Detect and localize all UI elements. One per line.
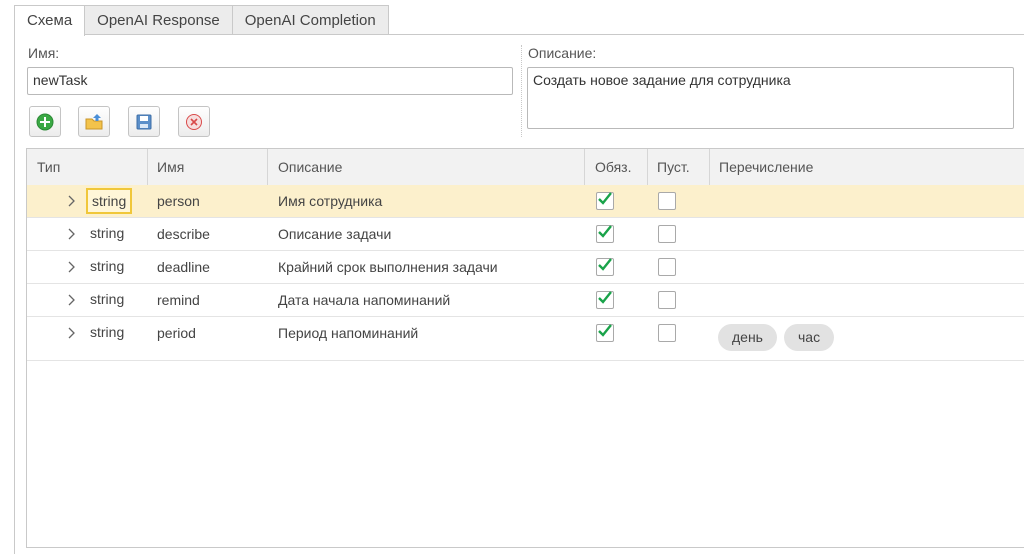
header-enum[interactable]: Перечисление [709,149,1009,185]
checkmark-icon [598,324,612,337]
type-cell[interactable]: string [86,254,128,280]
type-cell[interactable]: string [86,287,128,313]
header-type[interactable]: Тип [27,149,147,185]
empty-checkbox[interactable] [658,258,676,276]
name-cell[interactable]: deadline [157,251,210,283]
name-cell[interactable]: period [157,317,196,349]
delete-button[interactable] [178,106,210,137]
table-row[interactable]: string deadline Крайний срок выполнения … [27,251,1024,284]
checkmark-icon [598,258,612,271]
tab-schema[interactable]: Схема [14,5,86,36]
empty-checkbox[interactable] [658,291,676,309]
description-cell[interactable]: Имя сотрудника [278,185,382,217]
required-checkbox[interactable] [596,291,614,309]
table-row[interactable]: string person Имя сотрудника [27,185,1024,218]
required-checkbox[interactable] [596,324,614,342]
enum-chip[interactable]: день [718,324,777,351]
folder-upload-icon [85,113,103,129]
add-icon [36,113,54,130]
description-cell[interactable]: Дата начала напоминаний [278,284,450,316]
table-row[interactable]: string period Период напоминаний день ча… [27,317,1024,361]
header-required[interactable]: Обяз. [585,149,647,185]
save-icon [136,114,152,129]
checkmark-icon [598,192,612,205]
type-cell[interactable]: string [86,221,128,247]
header-empty[interactable]: Пуст. [647,149,709,185]
tab-openai-completion[interactable]: OpenAI Completion [231,5,389,34]
description-cell[interactable]: Период напоминаний [278,317,418,349]
type-cell[interactable]: string [86,188,133,214]
header-description[interactable]: Описание [268,149,584,185]
enum-chip[interactable]: час [784,324,835,351]
name-cell[interactable]: person [157,185,200,217]
table-row[interactable]: string describe Описание задачи [27,218,1024,251]
name-label: Имя: [28,45,60,61]
checkmark-icon [598,225,612,238]
tab-bar: Схема OpenAI Response OpenAI Completion [14,5,389,36]
required-checkbox[interactable] [596,192,614,210]
table-row[interactable]: string remind Дата начала напоминаний [27,284,1024,317]
required-checkbox[interactable] [596,225,614,243]
description-field[interactable]: Создать новое задание для сотрудника [527,67,1014,129]
description-label: Описание: [528,45,597,61]
form-divider [521,45,522,137]
delete-icon [186,113,202,130]
name-cell[interactable]: describe [157,218,210,250]
upload-button[interactable] [78,106,110,137]
description-cell[interactable]: Описание задачи [278,218,391,250]
empty-checkbox[interactable] [658,324,676,342]
add-button[interactable] [29,106,61,137]
header-name[interactable]: Имя [147,149,267,185]
chevron-right-icon[interactable] [63,226,79,242]
schema-table: Тип Имя Описание Обяз. Пуст. Перечислени… [26,148,1024,548]
empty-checkbox[interactable] [658,225,676,243]
type-cell[interactable]: string [86,320,128,346]
chevron-right-icon[interactable] [63,325,79,341]
save-button[interactable] [128,106,160,137]
chevron-right-icon[interactable] [63,259,79,275]
chevron-right-icon[interactable] [63,292,79,308]
tab-openai-response[interactable]: OpenAI Response [84,5,233,34]
checkmark-icon [598,291,612,304]
name-cell[interactable]: remind [157,284,200,316]
name-field[interactable]: newTask [27,67,513,95]
empty-checkbox[interactable] [658,192,676,210]
chevron-right-icon[interactable] [63,193,79,209]
description-cell[interactable]: Крайний срок выполнения задачи [278,251,498,283]
table-header: Тип Имя Описание Обяз. Пуст. Перечислени… [27,149,1024,186]
required-checkbox[interactable] [596,258,614,276]
